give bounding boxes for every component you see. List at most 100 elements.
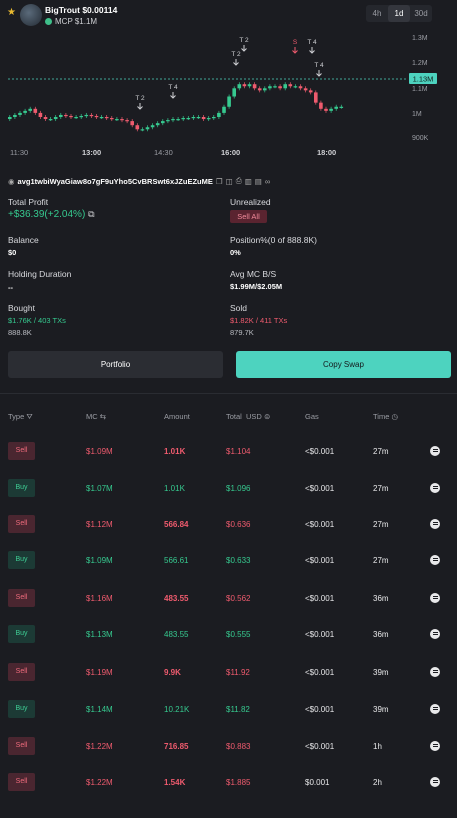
binoculars-icon[interactable]: ∞: [265, 177, 270, 186]
amount-cell: 483.55: [164, 594, 189, 603]
price-chart[interactable]: 1.13M 1.3M 1.2M 1.1M 1M 900K 11:30 13:00…: [0, 30, 457, 165]
mc-cell: $1.16M: [86, 594, 113, 603]
candle-body: [8, 117, 12, 120]
candle-body: [43, 117, 48, 120]
candle-body: [298, 86, 303, 89]
row-menu-icon[interactable]: [430, 519, 440, 529]
candle-body: [74, 117, 78, 119]
table-row[interactable]: Buy $1.13M 483.55 $0.555 <$0.001 36m: [0, 622, 457, 659]
candle-body: [120, 119, 124, 121]
time-cell: 27m: [373, 520, 389, 529]
row-menu-icon[interactable]: [430, 704, 440, 714]
candle-body: [212, 117, 216, 119]
candle-body: [99, 117, 104, 119]
total-profit-row: +$36.39(+2.04%) ⧉: [8, 209, 95, 220]
candle-body: [217, 112, 221, 117]
gas-cell: <$0.001: [305, 668, 335, 677]
table-row[interactable]: Sell $1.22M 716.85 $0.883 <$0.001 1h: [0, 734, 457, 771]
gas-cell: <$0.001: [305, 742, 335, 751]
header-mc[interactable]: MC ⇆: [86, 412, 106, 421]
amount-cell: 566.84: [164, 520, 189, 529]
sell-all-button[interactable]: Sell All: [230, 210, 267, 223]
candle-body: [303, 88, 308, 91]
table-row[interactable]: Buy $1.14M 10.21K $11.82 <$0.001 39m: [0, 697, 457, 734]
copy-icon[interactable]: ❐: [216, 177, 223, 186]
total-cell: $1.104: [226, 447, 251, 456]
favorite-star-icon[interactable]: ★: [7, 7, 16, 18]
candle-body: [201, 117, 206, 120]
chart-icon[interactable]: ▥: [245, 177, 252, 186]
swap-icon[interactable]: ⇆: [100, 412, 106, 421]
row-menu-icon[interactable]: [430, 667, 440, 677]
candle-body: [89, 114, 94, 117]
mcp-value: MCP $1.1M: [55, 17, 98, 26]
bought-amount: 888.8K: [8, 328, 32, 337]
candle-body: [145, 127, 150, 130]
tag-icon[interactable]: ▤: [255, 177, 262, 186]
trade-type-badge: Sell: [8, 773, 35, 791]
token-header: ★ BigTrout $0.00114 MCP $1.1M 4h 1d 30d: [0, 0, 457, 30]
trade-marker: T 2: [231, 51, 241, 58]
total-cell: $1.885: [226, 778, 251, 787]
marker-arrow-icon: [241, 45, 247, 52]
trade-type-badge: Buy: [8, 625, 35, 643]
table-row[interactable]: Sell $1.16M 483.55 $0.562 <$0.001 36m: [0, 586, 457, 623]
candle-body: [13, 114, 17, 117]
balance-value: $0: [8, 248, 17, 257]
row-menu-icon[interactable]: [430, 777, 440, 787]
mc-cell: $1.13M: [86, 630, 113, 639]
external-link-icon[interactable]: ⧉: [88, 209, 94, 219]
currency-toggle-icon[interactable]: ⊜: [264, 412, 270, 421]
table-row[interactable]: Buy $1.07M 1.01K $1.096 <$0.001 27m: [0, 476, 457, 513]
table-row[interactable]: Sell $1.12M 566.84 $0.636 <$0.001 27m: [0, 512, 457, 549]
candle-body: [288, 84, 293, 87]
trade-type-badge: Sell: [8, 737, 35, 755]
mc-cell: $1.22M: [86, 778, 113, 787]
filter-icon[interactable]: ⛛: [26, 412, 32, 421]
candle-body: [308, 90, 313, 93]
share-icon[interactable]: ⎙: [236, 176, 242, 186]
candle-body: [130, 121, 134, 126]
total-cell: $0.633: [226, 556, 251, 565]
row-menu-icon[interactable]: [430, 446, 440, 456]
time-cell: 27m: [373, 447, 389, 456]
candle-body: [23, 110, 27, 113]
gas-cell: <$0.001: [305, 447, 335, 456]
portfolio-button[interactable]: Portfolio: [8, 351, 223, 378]
table-row[interactable]: Sell $1.19M 9.9K $11.92 <$0.001 39m: [0, 660, 457, 697]
gas-cell: <$0.001: [305, 520, 335, 529]
amount-cell: 1.01K: [164, 447, 186, 456]
wallet-link-icon[interactable]: ◫: [226, 177, 233, 186]
table-row[interactable]: Sell $1.22M 1.54K $1.885 $0.001 2h: [0, 770, 457, 807]
timeframe-4h[interactable]: 4h: [366, 5, 388, 22]
header-type-label: Type: [8, 412, 25, 421]
y-tick: 1.3M: [412, 35, 428, 42]
total-profit-value: +$36.39(+2.04%): [8, 209, 86, 220]
trade-type-badge: Sell: [8, 589, 35, 607]
token-price: $0.00114: [82, 5, 118, 15]
position-label: Position%(0 of 888.8K): [230, 235, 317, 245]
timeframe-30d[interactable]: 30d: [410, 5, 432, 22]
table-row[interactable]: Sell $1.09M 1.01K $1.104 <$0.001 27m: [0, 439, 457, 476]
total-cell: $0.555: [226, 630, 251, 639]
timeframe-1d[interactable]: 1d: [388, 5, 410, 22]
row-menu-icon[interactable]: [430, 483, 440, 493]
row-menu-icon[interactable]: [430, 741, 440, 751]
row-menu-icon[interactable]: [430, 593, 440, 603]
marker-arrow-icon: [137, 103, 143, 110]
candle-body: [64, 114, 68, 117]
gas-cell: <$0.001: [305, 594, 335, 603]
mc-cell: $1.09M: [86, 447, 113, 456]
total-cell: $0.883: [226, 742, 251, 751]
candle-body: [273, 86, 277, 88]
table-row[interactable]: Buy $1.09M 566.61 $0.633 <$0.001 27m: [0, 548, 457, 585]
header-type[interactable]: Type ⛛: [8, 412, 33, 422]
wallet-address[interactable]: avg1twbiWyaGiaw8o7gF9uYho5CvBRSwt6xJZuEZ…: [18, 177, 213, 186]
row-menu-icon[interactable]: [430, 555, 440, 565]
trade-marker: T 4: [307, 39, 317, 46]
gas-cell: <$0.001: [305, 556, 335, 565]
sold-amount: 879.7K: [230, 328, 254, 337]
row-menu-icon[interactable]: [430, 629, 440, 639]
mc-cell: $1.09M: [86, 556, 113, 565]
copy-swap-button[interactable]: Copy Swap: [236, 351, 451, 378]
